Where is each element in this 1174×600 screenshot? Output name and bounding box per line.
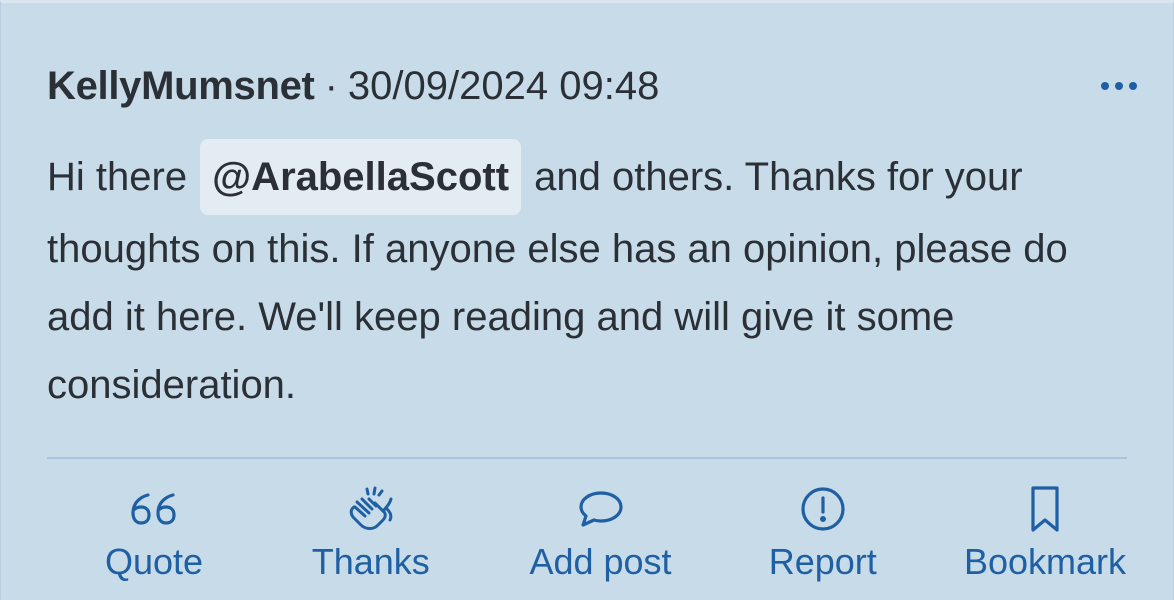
header-separator: · [324,63,338,108]
thanks-button[interactable]: Thanks [283,483,458,593]
more-dot [1115,82,1123,90]
post-header: KellyMumsnet · 30/09/2024 09:48 [47,61,1137,111]
more-dot [1129,82,1137,90]
user-mention[interactable]: @ArabellaScott [200,139,522,215]
report-button[interactable]: Report [743,483,903,593]
bookmark-button[interactable]: Bookmark [945,483,1145,593]
post-timestamp: 30/09/2024 09:48 [347,63,660,108]
add-post-button[interactable]: Add post [501,483,701,593]
post-body: Hi there @ArabellaScott and others. Than… [47,139,1137,419]
thanks-label: Thanks [311,541,430,582]
bookmark-label: Bookmark [963,541,1127,582]
forum-post: KellyMumsnet · 30/09/2024 09:48 Hi there… [0,0,1174,600]
quote-button[interactable]: Quote [47,483,261,593]
more-horizontal-icon [1101,82,1109,90]
quote-label: Quote [104,541,204,582]
post-body-prefix: Hi there [47,155,199,199]
post-author[interactable]: KellyMumsnet [47,64,315,109]
exclamation-circle-icon [798,483,848,535]
quote-marks-icon [128,483,180,535]
actions-divider [47,457,1127,459]
bookmark-icon [1025,483,1065,535]
report-label: Report [768,541,877,582]
speech-bubble-icon [575,483,627,535]
more-options-button[interactable] [1089,66,1137,106]
clapping-hands-icon [345,483,397,535]
post-actions-bar: Quote Thanks Add post Report Bookmark [47,483,1127,593]
add-post-label: Add post [529,541,672,582]
